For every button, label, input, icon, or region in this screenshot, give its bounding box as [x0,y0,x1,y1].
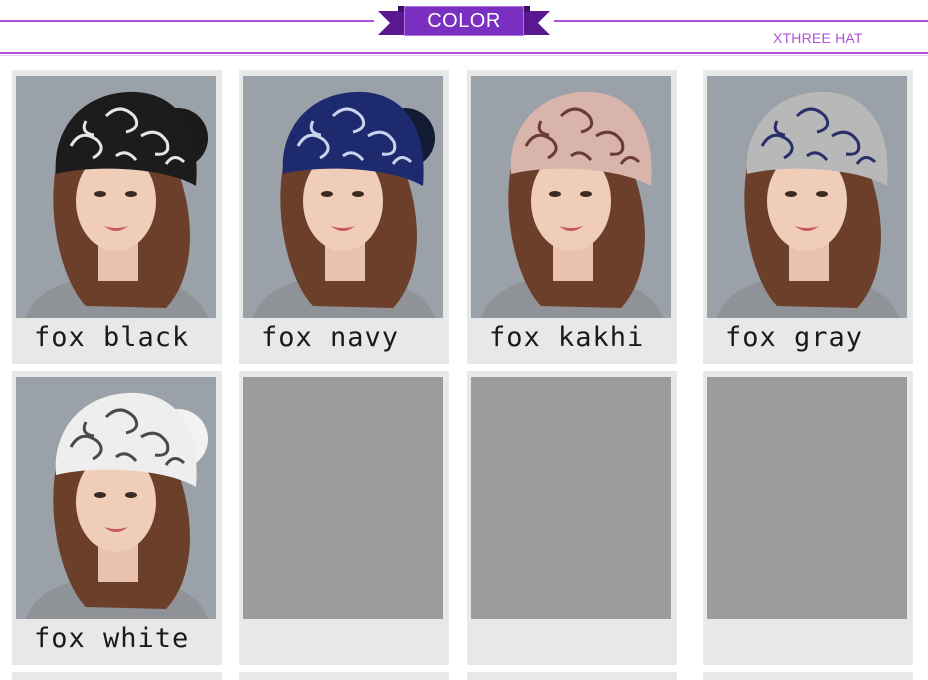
model-photo [471,76,671,318]
model-photo [16,76,216,318]
product-card-empty [467,371,677,665]
eye-right [580,191,592,197]
header-divider-shadow [0,55,928,56]
product-card-fox-kakhi[interactable]: fox kakhi [467,70,677,364]
header-rule-right [554,20,928,22]
product-card-empty [703,371,913,665]
header-rule-left [0,20,374,22]
eye-left [549,191,561,197]
ribbon-fold-right [524,6,530,12]
eye-left [321,191,333,197]
product-card-partial [12,672,222,680]
eye-left [94,492,106,498]
product-card-partial [239,672,449,680]
product-card-fox-black[interactable]: fox black [12,70,222,364]
product-photo[interactable] [16,76,216,318]
product-label: fox gray [725,322,864,353]
ribbon-tail-right [524,11,550,35]
product-card-partial [703,672,913,680]
product-photo[interactable] [16,377,216,619]
product-photo[interactable] [471,76,671,318]
product-photo[interactable] [243,76,443,318]
eye-left [94,191,106,197]
ribbon-tail-left [378,11,404,35]
image-placeholder [243,377,443,619]
image-placeholder [471,377,671,619]
model-photo [243,76,443,318]
image-placeholder [707,377,907,619]
product-card-empty [239,371,449,665]
product-card-fox-white[interactable]: fox white [12,371,222,665]
product-label: fox navy [261,322,400,353]
eye-right [125,492,137,498]
color-ribbon: COLOR [378,4,550,38]
eye-right [352,191,364,197]
product-photo[interactable] [707,76,907,318]
model-photo [707,76,907,318]
product-card-fox-gray[interactable]: fox gray [703,70,913,364]
header-divider [0,52,928,54]
eye-right [125,191,137,197]
product-label: fox kakhi [489,322,645,353]
eye-left [785,191,797,197]
section-title: COLOR [404,6,524,36]
product-label: fox white [34,623,190,654]
product-card-partial [467,672,677,680]
brand-name: XTHREE HAT [773,30,863,46]
model-photo [16,377,216,619]
eye-right [816,191,828,197]
product-card-fox-navy[interactable]: fox navy [239,70,449,364]
product-label: fox black [34,322,190,353]
